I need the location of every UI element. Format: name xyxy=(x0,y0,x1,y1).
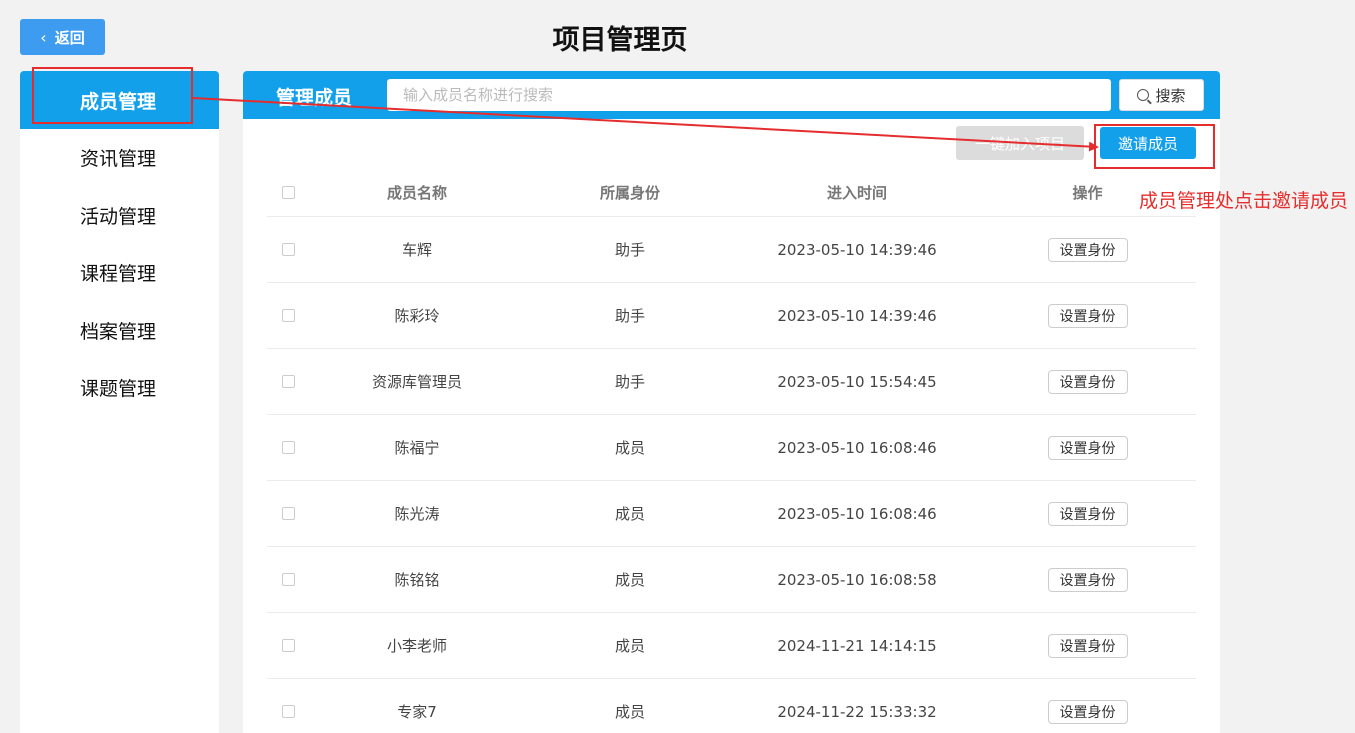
chevron-left-icon: ‹ xyxy=(40,27,47,47)
member-name: 陈福宁 xyxy=(394,439,440,457)
set-role-button[interactable]: 设置身份 xyxy=(1047,237,1128,262)
member-name: 车辉 xyxy=(401,241,432,259)
member-name: 资源库管理员 xyxy=(371,373,462,391)
sidebar-item-members[interactable]: 成员管理 xyxy=(20,71,219,129)
sidebar-item-label: 课程管理 xyxy=(80,263,157,286)
table-row: 陈福宁 成员 2023-05-10 16:08:46 设置身份 xyxy=(267,415,1196,481)
select-all-checkbox[interactable] xyxy=(281,186,295,199)
set-role-button[interactable]: 设置身份 xyxy=(1047,435,1128,460)
table-row: 资源库管理员 助手 2023-05-10 15:54:45 设置身份 xyxy=(267,349,1196,415)
sidebar-item-label: 课题管理 xyxy=(80,378,157,401)
search-icon xyxy=(1137,89,1150,101)
set-role-button[interactable]: 设置身份 xyxy=(1047,303,1128,328)
back-button[interactable]: ‹ 返回 xyxy=(20,19,105,55)
sidebar-item-label: 成员管理 xyxy=(80,90,157,113)
member-role: 成员 xyxy=(614,637,645,655)
sidebar-item-label: 资讯管理 xyxy=(80,148,157,171)
join-time: 2023-05-10 16:08:46 xyxy=(777,438,937,457)
table-row: 陈铭铭 成员 2023-05-10 16:08:58 设置身份 xyxy=(267,547,1196,613)
row-checkbox[interactable] xyxy=(281,243,295,256)
join-time: 2023-05-10 14:39:46 xyxy=(777,240,937,259)
member-name: 专家7 xyxy=(397,703,437,721)
member-role: 助手 xyxy=(614,307,645,325)
set-role-button[interactable]: 设置身份 xyxy=(1047,633,1128,658)
member-name: 陈铭铭 xyxy=(394,571,440,589)
member-role: 成员 xyxy=(614,703,645,721)
search-button[interactable]: 搜索 xyxy=(1119,79,1204,111)
table-row: 陈光涛 成员 2023-05-10 16:08:46 设置身份 xyxy=(267,481,1196,547)
sidebar-item-courses[interactable]: 课程管理 xyxy=(20,244,219,302)
join-time: 2023-05-10 16:08:58 xyxy=(777,570,937,589)
join-project-button[interactable]: 一键加入项目 xyxy=(956,126,1084,160)
join-time: 2023-05-10 16:08:46 xyxy=(777,504,937,523)
set-role-button[interactable]: 设置身份 xyxy=(1047,369,1128,394)
sidebar-item-label: 活动管理 xyxy=(80,205,157,228)
main-panel: 管理成员 搜索 一键加入项目 邀请成员 成员名称 所属身份 进入时间 操作 车辉… xyxy=(243,71,1220,733)
table-row: 车辉 助手 2023-05-10 14:39:46 设置身份 xyxy=(267,217,1196,283)
table-row: 专家7 成员 2024-11-22 15:33:32 设置身份 xyxy=(267,679,1196,733)
sidebar-item-activities[interactable]: 活动管理 xyxy=(20,187,219,245)
member-role: 成员 xyxy=(614,571,645,589)
set-role-button[interactable]: 设置身份 xyxy=(1047,699,1128,724)
invite-member-button[interactable]: 邀请成员 xyxy=(1100,127,1196,159)
sidebar-item-topics[interactable]: 课题管理 xyxy=(20,359,219,417)
set-role-button[interactable]: 设置身份 xyxy=(1047,501,1128,526)
join-time: 2024-11-22 15:33:32 xyxy=(777,702,937,721)
main-header: 管理成员 搜索 xyxy=(243,71,1220,119)
table-row: 陈彩玲 助手 2023-05-10 14:39:46 设置身份 xyxy=(267,283,1196,349)
member-role: 成员 xyxy=(614,505,645,523)
sidebar: 成员管理 资讯管理 活动管理 课程管理 档案管理 课题管理 xyxy=(20,71,219,733)
sidebar-item-label: 档案管理 xyxy=(80,320,157,343)
row-checkbox[interactable] xyxy=(281,573,295,586)
join-time: 2023-05-10 15:54:45 xyxy=(777,372,937,391)
member-name: 小李老师 xyxy=(386,637,447,655)
member-role: 助手 xyxy=(614,373,645,391)
search-button-label: 搜索 xyxy=(1155,86,1186,105)
back-button-label: 返回 xyxy=(54,28,85,47)
search-input[interactable] xyxy=(387,79,1111,111)
sidebar-item-news[interactable]: 资讯管理 xyxy=(20,129,219,187)
row-checkbox[interactable] xyxy=(281,441,295,454)
row-checkbox[interactable] xyxy=(281,507,295,520)
row-checkbox[interactable] xyxy=(281,705,295,718)
set-role-button[interactable]: 设置身份 xyxy=(1047,567,1128,592)
column-header: 进入时间 xyxy=(826,184,887,202)
annotation-note: 成员管理处点击邀请成员 xyxy=(1139,190,1349,212)
column-header: 所属身份 xyxy=(599,184,660,202)
column-header: 成员名称 xyxy=(386,184,447,202)
member-name: 陈彩玲 xyxy=(394,307,440,325)
member-role: 助手 xyxy=(614,241,645,259)
row-checkbox[interactable] xyxy=(281,309,295,322)
member-name: 陈光涛 xyxy=(394,505,440,523)
member-role: 成员 xyxy=(614,439,645,457)
join-time: 2023-05-10 14:39:46 xyxy=(777,306,937,325)
page-title: 项目管理页 xyxy=(552,25,688,56)
table-row: 小李老师 成员 2024-11-21 14:14:15 设置身份 xyxy=(267,613,1196,679)
join-time: 2024-11-21 14:14:15 xyxy=(777,636,937,655)
sidebar-item-archives[interactable]: 档案管理 xyxy=(20,302,219,360)
table-header: 成员名称 所属身份 进入时间 操作 xyxy=(267,169,1196,217)
row-checkbox[interactable] xyxy=(281,375,295,388)
row-checkbox[interactable] xyxy=(281,639,295,652)
members-table: 成员名称 所属身份 进入时间 操作 车辉 助手 2023-05-10 14:39… xyxy=(267,169,1196,733)
panel-title: 管理成员 xyxy=(276,87,353,109)
